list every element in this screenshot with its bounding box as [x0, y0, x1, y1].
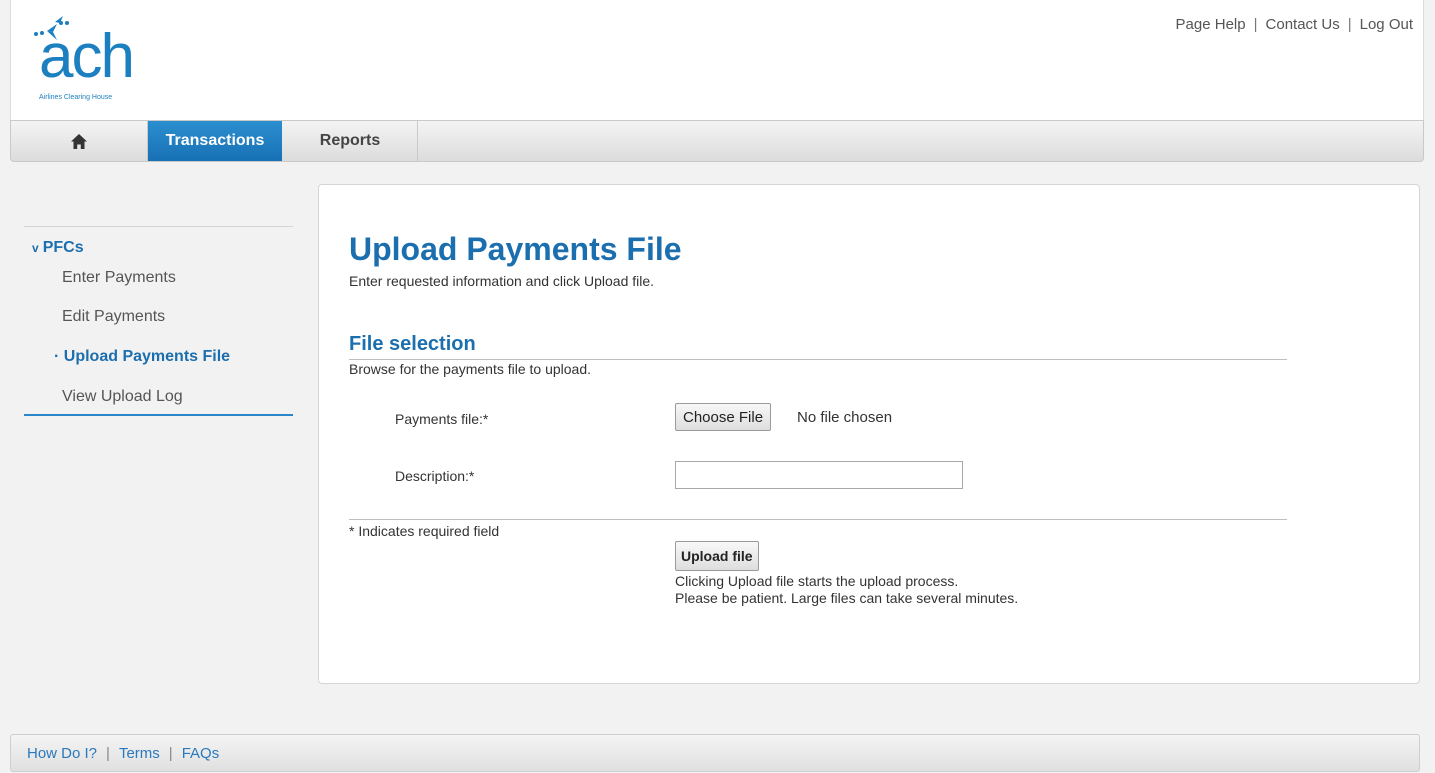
- chevron-down-icon: v: [32, 241, 39, 255]
- contact-us-link[interactable]: Contact Us: [1266, 16, 1340, 33]
- link-separator: |: [168, 744, 173, 762]
- upload-help-line: Please be patient. Large files can take …: [675, 590, 1019, 606]
- sidebar-item-upload-payments-file[interactable]: · Upload Payments File: [54, 348, 230, 366]
- required-field-note: * Indicates required field: [349, 523, 500, 539]
- upload-file-button[interactable]: Upload file: [675, 541, 759, 571]
- terms-link[interactable]: Terms: [119, 745, 160, 762]
- sidebar-item-label: Upload Payments File: [63, 348, 231, 365]
- description-label: Description:*: [395, 468, 475, 484]
- logo-tagline: Airlines Clearing House: [39, 94, 113, 101]
- active-bullet-icon: ·: [54, 348, 60, 365]
- section-title: File selection: [349, 333, 476, 355]
- choose-file-button[interactable]: Choose File: [675, 403, 772, 431]
- upload-panel: Upload Payments File Enter requested inf…: [318, 184, 1420, 684]
- form-divider: [349, 519, 1287, 520]
- page-help-link[interactable]: Page Help: [1176, 16, 1246, 33]
- sidebar-item-enter-payments[interactable]: Enter Payments: [62, 269, 176, 287]
- sidebar-item-edit-payments[interactable]: Edit Payments: [62, 308, 165, 326]
- link-separator: |: [1253, 16, 1258, 33]
- page: ach Airlines Clearing House Page Help | Co…: [0, 0, 1435, 773]
- logo-wordmark: ach: [39, 22, 135, 91]
- description-input[interactable]: [675, 461, 963, 489]
- sidebar: v PFCs Enter Payments Edit Payments · Upl…: [24, 226, 293, 416]
- link-separator: |: [106, 744, 110, 762]
- file-status-text: No file chosen: [797, 409, 893, 426]
- link-separator: |: [1347, 16, 1352, 33]
- sidebar-group-pfcs[interactable]: v PFCs: [32, 239, 84, 257]
- ach-logo[interactable]: ach Airlines Clearing House: [31, 12, 181, 112]
- sidebar-group-label: PFCs: [42, 239, 84, 256]
- tab-reports[interactable]: Reports: [283, 121, 418, 161]
- sidebar-item-view-upload-log[interactable]: View Upload Log: [62, 388, 183, 406]
- section-description: Browse for the payments file to upload.: [349, 361, 592, 377]
- main-nav: Transactions Reports: [10, 120, 1424, 162]
- nav-home[interactable]: [11, 121, 147, 161]
- section-divider: [349, 359, 1287, 360]
- header: ach Airlines Clearing House Page Help | Co…: [10, 0, 1424, 120]
- faqs-link[interactable]: FAQs: [182, 745, 220, 762]
- payments-file-label: Payments file:*: [395, 411, 489, 427]
- page-subtitle: Enter requested information and click Up…: [349, 273, 655, 289]
- home-icon: [71, 133, 87, 149]
- top-links: Page Help | Contact Us | Log Out: [1176, 16, 1413, 33]
- log-out-link[interactable]: Log Out: [1360, 16, 1413, 33]
- how-do-i-link[interactable]: How Do I?: [27, 745, 97, 762]
- tab-transactions[interactable]: Transactions: [148, 121, 282, 161]
- footer: How Do I? | Terms | FAQs: [10, 734, 1420, 772]
- upload-help-line: Clicking Upload file starts the upload p…: [675, 573, 959, 589]
- page-title: Upload Payments File: [349, 231, 682, 267]
